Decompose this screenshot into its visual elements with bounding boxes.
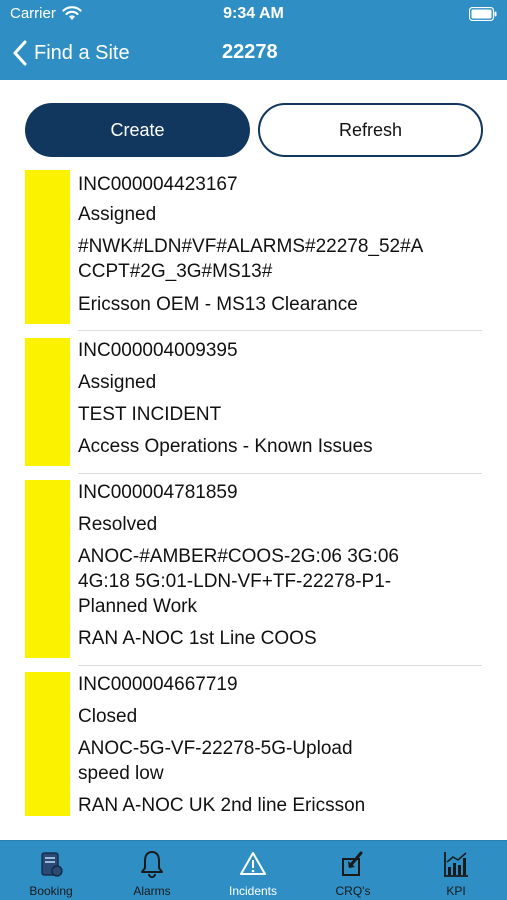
- tab-crqs[interactable]: CRQ's: [303, 841, 403, 900]
- tab-alarms[interactable]: Alarms: [102, 841, 202, 900]
- incident-details: INC000004667719 Closed ANOC-5G-VF-22278-…: [78, 672, 488, 818]
- incident-row[interactable]: INC000004781859 Resolved ANOC-#AMBER#COO…: [0, 474, 507, 666]
- incident-group: RAN A-NOC UK 2nd line Ericsson: [78, 795, 366, 816]
- incident-status: Assigned: [78, 204, 157, 225]
- incident-list: INC000004423167 Assigned #NWK#LDN#VF#ALA…: [0, 170, 507, 826]
- tab-kpi[interactable]: KPI: [406, 841, 506, 900]
- incident-row[interactable]: INC000004423167 Assigned #NWK#LDN#VF#ALA…: [0, 170, 507, 332]
- row-divider: [78, 330, 482, 331]
- incident-group: Ericsson OEM - MS13 Clearance: [78, 294, 358, 315]
- tab-label: CRQ's: [335, 884, 371, 898]
- incident-details: INC000004009395 Assigned TEST INCIDENT A…: [78, 338, 488, 459]
- page-title: 22278: [222, 41, 278, 63]
- back-label: Find a Site: [34, 41, 130, 64]
- incident-status: Closed: [78, 706, 138, 727]
- status-bar: Carrier 9:34 AM: [0, 0, 507, 30]
- action-buttons: Create Refresh: [0, 103, 507, 159]
- incident-status-bar: [25, 338, 70, 466]
- incident-row[interactable]: INC000004009395 Assigned TEST INCIDENT A…: [0, 332, 507, 474]
- back-button[interactable]: Find a Site: [12, 38, 130, 68]
- incident-status: Assigned: [78, 372, 157, 393]
- chevron-left-icon: [13, 40, 27, 66]
- incident-details: INC000004781859 Resolved ANOC-#AMBER#COO…: [78, 480, 488, 651]
- incident-summary-line: Planned Work: [78, 596, 197, 617]
- bell-icon: [141, 851, 163, 878]
- incident-status-bar: [25, 170, 70, 324]
- tab-incidents[interactable]: Incidents: [203, 841, 303, 900]
- incident-id: INC000004423167: [78, 174, 238, 195]
- incident-id: INC000004009395: [78, 340, 238, 361]
- incident-summary-line: CCPT#2G_3G#MS13#: [78, 261, 273, 282]
- incident-id: INC000004667719: [78, 674, 238, 695]
- warning-icon: [240, 852, 266, 875]
- create-button[interactable]: Create: [25, 103, 250, 157]
- incident-summary-line: 4G:18 5G:01-LDN-VF+TF-22278-P1-: [78, 571, 392, 592]
- incident-group: RAN A-NOC 1st Line COOS: [78, 628, 317, 649]
- incident-status-bar: [25, 480, 70, 658]
- tab-label: Incidents: [228, 884, 278, 898]
- tab-label: Alarms: [133, 884, 171, 898]
- incident-details: INC000004423167 Assigned #NWK#LDN#VF#ALA…: [78, 172, 488, 317]
- incident-summary-line: speed low: [78, 763, 164, 784]
- tab-booking[interactable]: Booking: [1, 841, 101, 900]
- incident-summary-line: TEST INCIDENT: [78, 404, 222, 425]
- change-request-icon: [342, 851, 363, 876]
- chart-icon: [444, 852, 468, 877]
- tab-label: Booking: [29, 884, 73, 898]
- incident-status: Resolved: [78, 514, 158, 535]
- header: Carrier 9:34 AM Find a Site 22278: [0, 0, 507, 80]
- incident-summary-line: ANOC-#AMBER#COOS-2G:06 3G:06: [78, 546, 399, 567]
- refresh-button[interactable]: Refresh: [258, 103, 483, 157]
- tab-label: KPI: [446, 884, 466, 898]
- incident-id: INC000004781859: [78, 482, 238, 503]
- incident-status-bar: [25, 672, 70, 816]
- clock: 9:34 AM: [223, 5, 284, 22]
- incident-group: Access Operations - Known Issues: [78, 436, 373, 457]
- booking-icon: [41, 852, 63, 877]
- incident-row[interactable]: INC000004667719 Closed ANOC-5G-VF-22278-…: [0, 666, 507, 826]
- tab-bar: Booking Alarms Incidents CRQ's KPI: [0, 840, 507, 900]
- battery-icon: [469, 7, 497, 21]
- navigation-bar: Find a Site 22278: [0, 30, 507, 80]
- incident-summary-line: ANOC-5G-VF-22278-5G-Upload: [78, 738, 353, 759]
- incident-summary-line: #NWK#LDN#VF#ALARMS#22278_52#A: [78, 236, 424, 257]
